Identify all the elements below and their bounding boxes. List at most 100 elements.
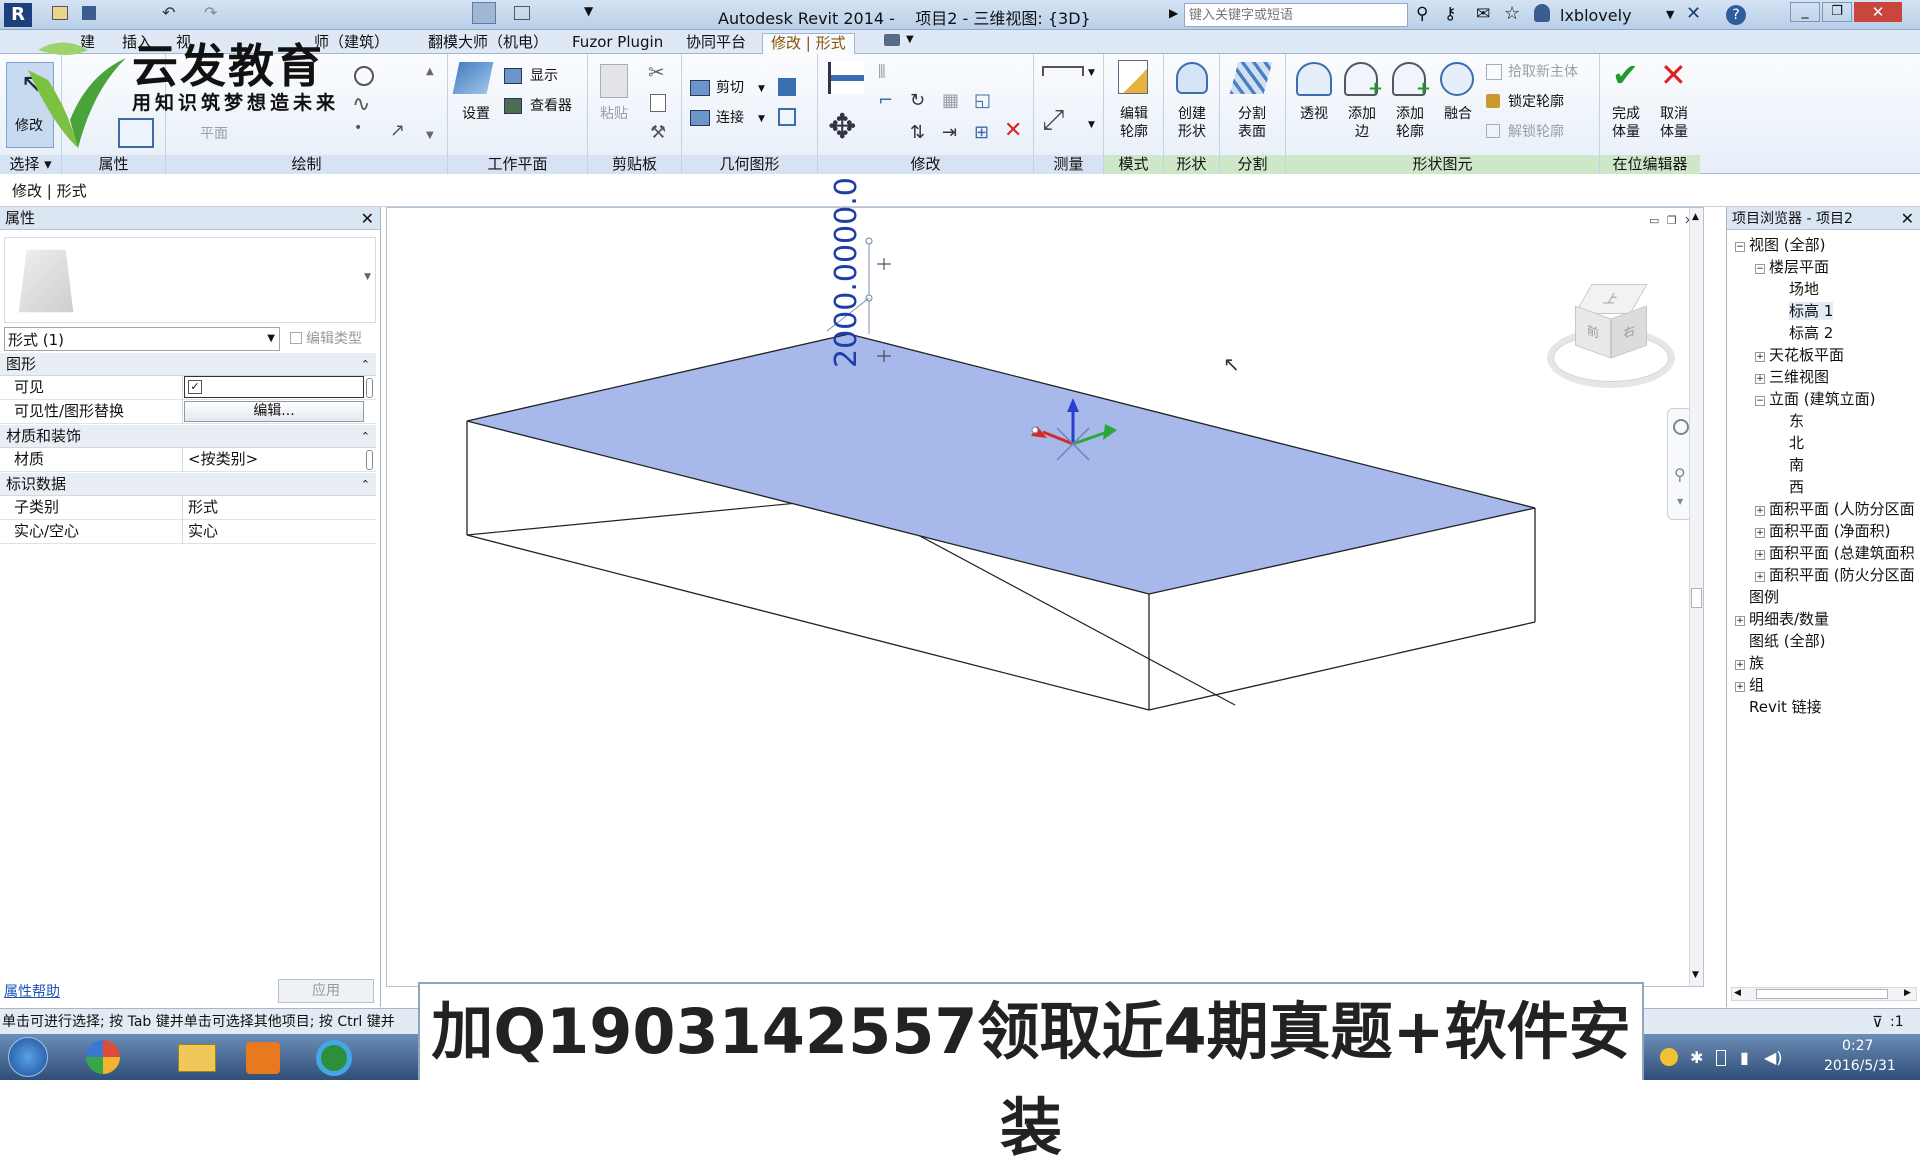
gizmo-origin-grip[interactable] [1031, 426, 1039, 434]
set-workplane-icon[interactable] [452, 62, 494, 94]
divide-surface-label-2[interactable]: 表面 [1230, 124, 1274, 141]
finish-mass-check-icon[interactable]: ✔ [1612, 56, 1639, 94]
cut-dropdown-icon[interactable]: ▼ [758, 84, 765, 94]
browser-item[interactable]: 标高 2 [1775, 323, 1833, 343]
browser-item-label[interactable]: 面积平面 (总建筑面积 [1769, 544, 1915, 562]
browser-item[interactable]: 场地 [1775, 279, 1819, 299]
dimension-grip-top[interactable] [865, 237, 873, 245]
match-properties-icon[interactable]: ⚒ [650, 122, 666, 143]
expand-icon[interactable]: + [1755, 550, 1765, 560]
blend-button[interactable]: 融合 [1436, 106, 1480, 123]
expand-icon[interactable]: + [1735, 682, 1745, 692]
qat-dropdown-icon[interactable]: ▼ [584, 4, 593, 18]
browser-item[interactable]: + 面积平面 (总建筑面积 [1755, 543, 1915, 563]
browser-item[interactable]: + 组 [1735, 675, 1764, 695]
browser-item[interactable]: 东 [1775, 411, 1804, 431]
create-form-label-2[interactable]: 形状 [1170, 124, 1214, 141]
row-solid-void[interactable]: 实心/空心 实心 [0, 520, 376, 544]
move-icon[interactable]: ✥ [828, 110, 857, 144]
browser-item[interactable]: 北 [1775, 433, 1804, 453]
3d-viewport[interactable]: ▭ ❐ ✕ 2000.0000.0 ↖ [386, 177, 1704, 987]
nav-dropdown-icon[interactable]: ▼ [1677, 497, 1683, 506]
browser-item[interactable]: − 立面 (建筑立面) [1755, 389, 1875, 409]
blend-icon[interactable] [1440, 62, 1474, 96]
workplane-viewer-button[interactable]: 查看器 [530, 98, 572, 115]
save-icon[interactable] [82, 6, 96, 20]
type-preview-dropdown-icon[interactable]: ▼ [364, 272, 371, 282]
finish-mass-label-2[interactable]: 体量 [1604, 124, 1648, 141]
browser-item-label[interactable]: 西 [1789, 478, 1804, 496]
browser-item[interactable]: 南 [1775, 455, 1804, 475]
section-identity[interactable]: 标识数据 ⌃ [0, 473, 376, 496]
add-profile-label-1[interactable]: 添加 [1388, 106, 1432, 123]
taskbar-time[interactable]: 0:27 [1842, 1038, 1873, 1054]
box-edge-bottom-right[interactable] [1148, 621, 1536, 711]
browser-item-label[interactable]: 视图 (全部) [1749, 236, 1825, 254]
subscription-key-icon[interactable]: ⚷ [1444, 4, 1456, 24]
search-input[interactable] [1184, 3, 1408, 27]
collapse-icon[interactable]: − [1755, 264, 1765, 274]
expand-icon[interactable]: + [1755, 506, 1765, 516]
dimension-dropdown-icon[interactable]: ▼ [1088, 120, 1095, 130]
steering-wheel-icon[interactable] [1673, 419, 1689, 435]
browser-item-label[interactable]: 天花板平面 [1769, 346, 1844, 364]
split-face-icon[interactable] [778, 108, 796, 126]
draw-scroll-down-icon[interactable]: ▼ [426, 130, 434, 141]
browser-item[interactable]: + 面积平面 (净面积) [1755, 521, 1890, 541]
browser-item-label[interactable]: 图例 [1749, 588, 1779, 606]
browser-item[interactable]: + 面积平面 (人防分区面 [1755, 499, 1915, 519]
cancel-mass-label-1[interactable]: 取消 [1652, 106, 1696, 123]
browser-item-label[interactable]: 楼层平面 [1769, 258, 1829, 276]
join-dropdown-icon[interactable]: ▼ [758, 114, 765, 124]
xray-icon[interactable] [1296, 62, 1332, 96]
browser-item-label[interactable]: 面积平面 (净面积) [1769, 522, 1890, 540]
tab-collaboration[interactable]: 协同平台 [678, 33, 754, 54]
user-dropdown-icon[interactable]: ▼ [1666, 8, 1674, 21]
array-icon[interactable]: ▦ [942, 90, 959, 111]
finish-mass-label-1[interactable]: 完成 [1604, 106, 1648, 123]
search-expand-icon[interactable]: ▶ [1169, 6, 1178, 20]
type-selector-dropdown-icon[interactable]: ▼ [267, 333, 275, 344]
expand-icon[interactable]: + [1755, 374, 1765, 384]
workplane-viewer-icon[interactable] [504, 98, 522, 114]
browser-item-label[interactable]: 南 [1789, 456, 1804, 474]
show-workplane-icon[interactable] [504, 68, 522, 84]
copy-icon[interactable] [650, 94, 666, 112]
edit-profile-icon[interactable] [1118, 60, 1148, 94]
add-profile-label-2[interactable]: 轮廓 [1388, 124, 1432, 141]
create-form-icon[interactable] [1176, 62, 1208, 94]
cut-geometry-button[interactable]: 剪切 [716, 80, 744, 97]
section-materials[interactable]: 材质和装饰 ⌃ [0, 425, 376, 448]
tray-volume-icon[interactable]: ◀) [1764, 1048, 1783, 1067]
help-icon[interactable]: ? [1726, 5, 1746, 25]
scroll-up-icon[interactable]: ▲ [1692, 212, 1699, 222]
maximize-button[interactable]: ❐ [1822, 2, 1852, 22]
browser-item[interactable]: 标高 1 [1775, 301, 1834, 321]
browser-item-label[interactable]: 三维视图 [1769, 368, 1829, 386]
tray-bluetooth-icon[interactable]: ✱ [1690, 1048, 1703, 1067]
redo-icon[interactable]: ↷ [204, 3, 217, 22]
join-geometry-button[interactable]: 连接 [716, 110, 744, 127]
expand-icon[interactable]: + [1755, 352, 1765, 362]
divide-surface-label-1[interactable]: 分割 [1230, 106, 1274, 123]
close-button[interactable]: ✕ [1854, 2, 1902, 22]
edit-type-button[interactable]: 编辑类型 [288, 327, 376, 351]
expand-icon[interactable]: + [1755, 528, 1765, 538]
draw-pick-lines-icon[interactable]: ↗ [390, 120, 405, 141]
collapse-icon[interactable]: − [1735, 242, 1745, 252]
visibility-override-edit-button[interactable]: 编辑... [184, 401, 364, 422]
project-browser-close-icon[interactable]: ✕ [1901, 207, 1914, 230]
measure-dropdown-icon[interactable]: ▼ [1088, 68, 1095, 78]
browser-item-label[interactable]: 标高 1 [1789, 302, 1834, 320]
favorites-star-icon[interactable]: ☆ [1504, 3, 1520, 24]
trim-icon[interactable]: ⌐ [878, 90, 893, 111]
join-geometry-icon[interactable] [690, 110, 710, 126]
paste-button[interactable]: 粘贴 [594, 106, 634, 123]
create-form-label-1[interactable]: 创建 [1170, 106, 1214, 123]
taskbar-ie-icon[interactable] [316, 1040, 352, 1076]
lock-profile-icon[interactable] [1486, 94, 1500, 108]
browser-item-label[interactable]: 明细表/数量 [1749, 610, 1829, 628]
browser-item-label[interactable]: 标高 2 [1789, 324, 1833, 342]
divide-surface-icon[interactable] [1229, 62, 1273, 94]
align-icon[interactable] [828, 62, 864, 94]
